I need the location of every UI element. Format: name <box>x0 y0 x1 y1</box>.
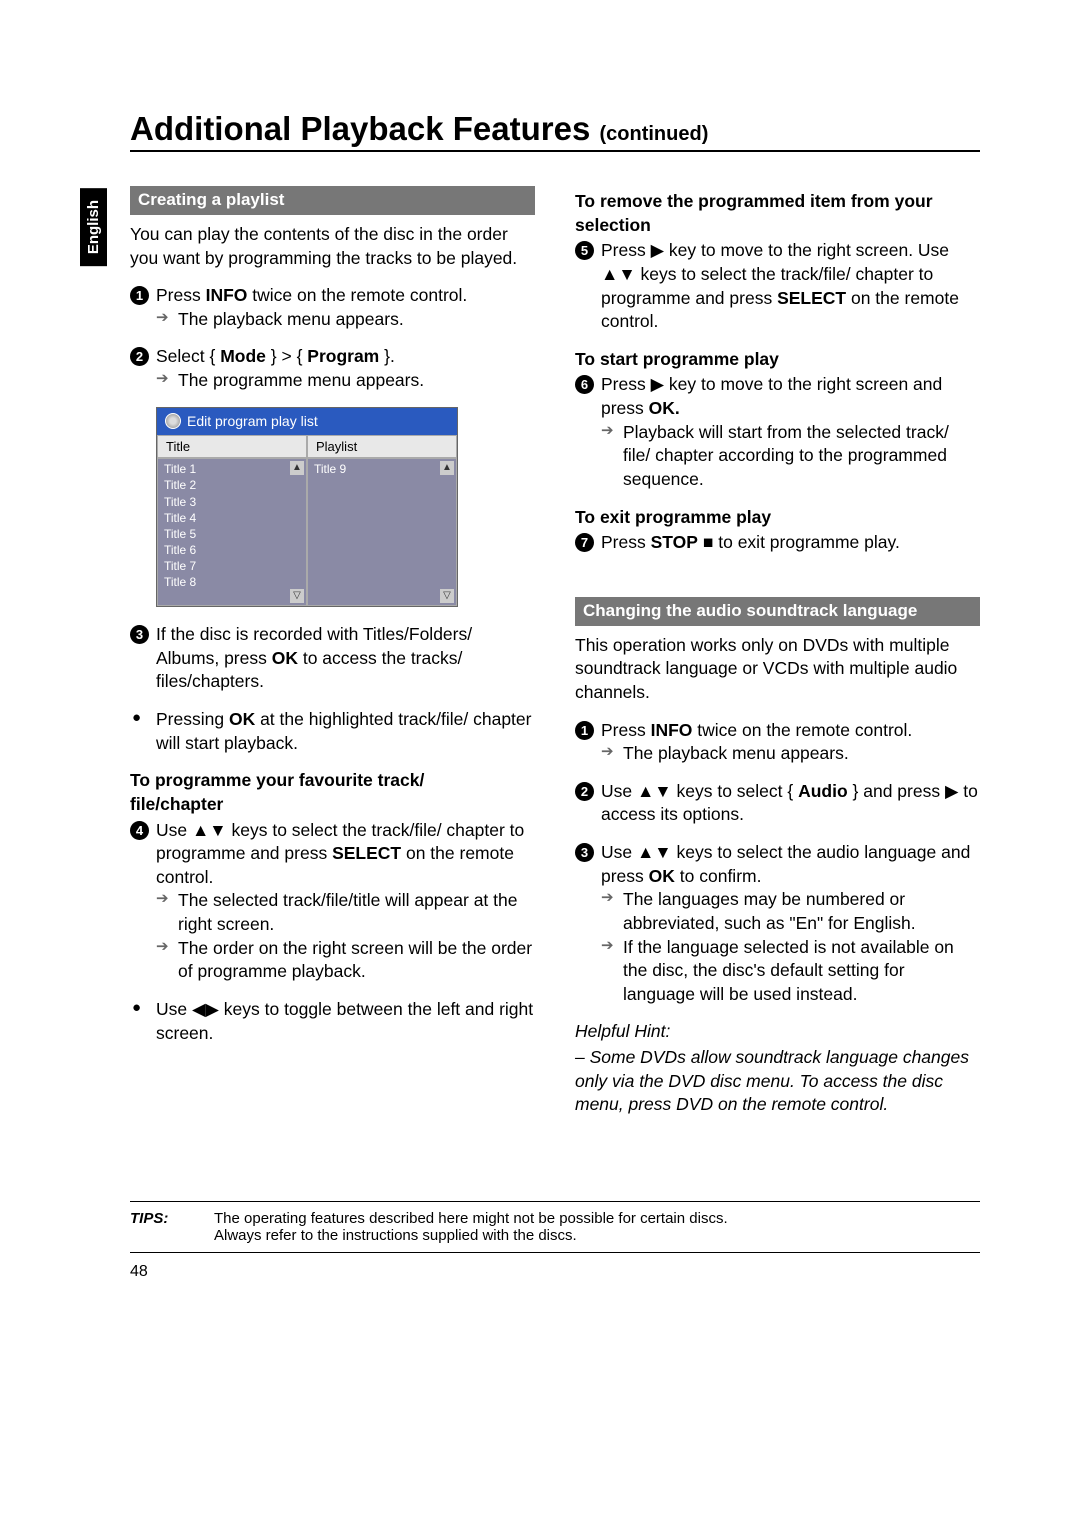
subheading: To start programme play <box>575 348 980 372</box>
list-item: Title 2 <box>162 477 302 493</box>
step-1: 1 Press INFO twice on the remote control… <box>575 719 980 766</box>
section-audio-language: Changing the audio soundtrack language <box>575 597 980 626</box>
step-number-icon: 4 <box>130 821 149 840</box>
step-3: 3 If the disc is recorded with Titles/Fo… <box>130 623 535 694</box>
titles-list: ▲ Title 1 Title 2 Title 3 Title 4 Title … <box>157 458 307 606</box>
heading-suffix: (continued) <box>599 123 708 145</box>
tips-text: The operating features described here mi… <box>214 1210 728 1244</box>
step-5: 5 Press ▶ key to move to the right scree… <box>575 239 980 334</box>
result-text: The playback menu appears. <box>601 742 980 766</box>
scroll-up-icon: ▲ <box>440 461 454 475</box>
step-3: 3 Use ▲▼ keys to select the audio langua… <box>575 841 980 1006</box>
scroll-down-icon: ▽ <box>290 589 304 603</box>
step-number-icon: 1 <box>575 721 594 740</box>
step-number-icon: 6 <box>575 375 594 394</box>
step-number-icon: 3 <box>130 625 149 644</box>
list-item: Title 4 <box>162 510 302 526</box>
step-number-icon: 3 <box>575 843 594 862</box>
column-header-title: Title <box>157 435 307 459</box>
step-number-icon: 2 <box>575 782 594 801</box>
left-column: Creating a playlist You can play the con… <box>130 182 535 1131</box>
list-item: Title 7 <box>162 558 302 574</box>
heading-main: Additional Playback Features <box>130 110 590 147</box>
section-creating-playlist: Creating a playlist <box>130 186 535 215</box>
playlist-list: ▲ Title 9 ▽ <box>307 458 457 606</box>
page-title: Additional Playback Features (continued) <box>130 110 980 152</box>
result-text: The languages may be numbered or abbrevi… <box>601 888 980 935</box>
page-number: 48 <box>130 1263 980 1281</box>
list-item: Title 6 <box>162 542 302 558</box>
bullet-note: Pressing OK at the highlighted track/fil… <box>130 708 535 755</box>
step-6: 6 Press ▶ key to move to the right scree… <box>575 373 980 491</box>
step-number-icon: 1 <box>130 286 149 305</box>
list-item: Title 5 <box>162 526 302 542</box>
window-titlebar: Edit program play list <box>157 408 457 435</box>
step-2: 2 Select { Mode } > { Program }. The pro… <box>130 345 535 392</box>
list-item: Title 9 <box>312 461 452 477</box>
list-item: Title 8 <box>162 574 302 590</box>
result-text: The selected track/file/title will appea… <box>156 889 535 936</box>
step-number-icon: 2 <box>130 347 149 366</box>
step-number-icon: 7 <box>575 533 594 552</box>
result-text: The order on the right screen will be th… <box>156 937 535 984</box>
bullet-note: Use ◀▶ keys to toggle between the left a… <box>130 998 535 1045</box>
subheading: To remove the programmed item from your … <box>575 190 980 237</box>
right-column: To remove the programmed item from your … <box>575 182 980 1131</box>
window-title: Edit program play list <box>187 412 318 431</box>
result-text: Playback will start from the selected tr… <box>601 421 980 492</box>
result-text: The programme menu appears. <box>156 369 535 393</box>
step-1: 1 Press INFO twice on the remote control… <box>130 284 535 331</box>
tips-footer: TIPS: The operating features described h… <box>130 1201 980 1253</box>
step-4: 4 Use ▲▼ keys to select the track/file/ … <box>130 819 535 984</box>
subheading: To exit programme play <box>575 506 980 530</box>
tips-label: TIPS: <box>130 1210 190 1244</box>
helpful-hint-label: Helpful Hint: <box>575 1020 980 1044</box>
list-item: Title 1 <box>162 461 302 477</box>
intro-text: This operation works only on DVDs with m… <box>575 634 980 705</box>
helpful-hint-body: – Some DVDs allow soundtrack language ch… <box>575 1046 980 1117</box>
step-7: 7 Press STOP ■ to exit programme play. <box>575 531 980 555</box>
column-header-playlist: Playlist <box>307 435 457 459</box>
program-playlist-screenshot: Edit program play list Title Playlist ▲ … <box>156 407 458 607</box>
manual-page: Additional Playback Features (continued)… <box>0 0 1080 1341</box>
result-text: If the language selected is not availabl… <box>601 936 980 1007</box>
result-text: The playback menu appears. <box>156 308 535 332</box>
subheading: To programme your favourite track/ file/… <box>130 769 535 816</box>
scroll-up-icon: ▲ <box>290 461 304 475</box>
intro-text: You can play the contents of the disc in… <box>130 223 535 270</box>
disc-icon <box>165 413 181 429</box>
step-2: 2 Use ▲▼ keys to select { Audio } and pr… <box>575 780 980 827</box>
scroll-down-icon: ▽ <box>440 589 454 603</box>
step-number-icon: 5 <box>575 241 594 260</box>
list-item: Title 3 <box>162 494 302 510</box>
